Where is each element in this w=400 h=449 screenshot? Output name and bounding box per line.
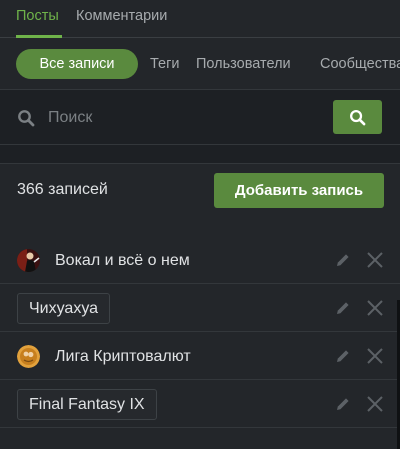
delete-icon[interactable] [366, 347, 384, 365]
search-input[interactable] [48, 104, 318, 132]
add-record-button[interactable]: Добавить запись [214, 173, 384, 208]
item-label: Вокал и всё о нем [55, 252, 190, 269]
tag-label: Final Fantasy IX [17, 389, 157, 420]
section-divider [0, 145, 400, 163]
list-item[interactable]: Чихуахуа [0, 284, 400, 332]
records-count: 366 записей [17, 181, 108, 198]
filter-tags[interactable]: Теги [150, 56, 180, 72]
records-header: 366 записей Добавить запись [0, 163, 400, 221]
edit-icon[interactable] [335, 300, 351, 316]
tab-comments[interactable]: Комментарии [76, 8, 167, 24]
search-icon [18, 110, 35, 127]
tab-posts[interactable]: Посты [16, 8, 59, 24]
edit-icon[interactable] [335, 252, 351, 268]
search-button[interactable] [333, 100, 382, 134]
search-icon [350, 109, 366, 125]
search-bar [0, 89, 400, 145]
filter-bar: Все записи Теги Пользователи Сообщества [0, 38, 400, 89]
list-item[interactable]: Вокал и всё о нем [0, 236, 400, 284]
item-label: Лига Криптовалют [55, 348, 191, 365]
bitcoin-avatar-icon [17, 345, 40, 368]
delete-icon[interactable] [366, 299, 384, 317]
tag-label: Чихуахуа [17, 293, 111, 324]
delete-icon[interactable] [366, 251, 384, 269]
list-item[interactable]: Лига Криптовалют [0, 332, 400, 380]
filter-all-records[interactable]: Все записи [16, 49, 138, 79]
top-tabs: Посты Комментарии [0, 0, 400, 38]
list-item[interactable]: Final Fantasy IX [0, 380, 400, 428]
filter-communities[interactable]: Сообщества [320, 56, 400, 72]
singer-avatar-icon [17, 249, 40, 272]
filter-users[interactable]: Пользователи [196, 56, 291, 72]
delete-icon[interactable] [366, 395, 384, 413]
edit-icon[interactable] [335, 348, 351, 364]
edit-icon[interactable] [335, 396, 351, 412]
